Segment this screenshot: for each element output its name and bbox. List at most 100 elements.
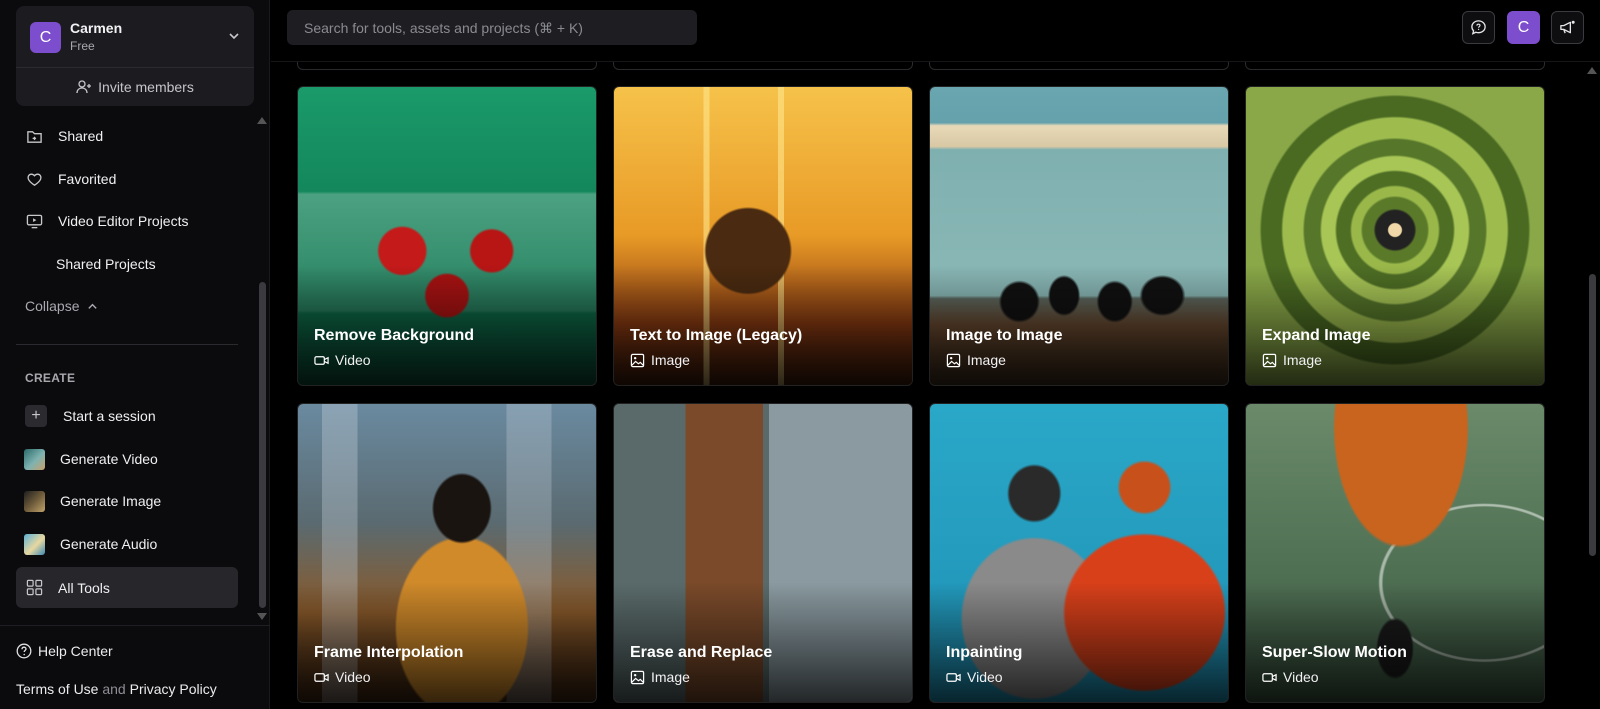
sidebar-footer-divider	[0, 625, 270, 626]
tool-title: Image to Image	[946, 327, 1063, 344]
image-icon	[946, 353, 961, 367]
card-above-edge	[613, 62, 913, 70]
chevron-up-icon	[88, 303, 98, 309]
card-above-edge	[929, 62, 1229, 70]
sidebar-item-video-editor-projects[interactable]: Video Editor Projects	[16, 202, 238, 240]
tool-type: Image	[630, 352, 690, 368]
tool-card-remove-background[interactable]: Remove Background Video	[297, 86, 597, 386]
tool-title: Expand Image	[1262, 327, 1371, 344]
tool-type-label: Image	[1283, 352, 1322, 368]
feedback-button[interactable]	[1462, 11, 1495, 44]
tool-title: Inpainting	[946, 644, 1023, 661]
terms-of-use-link[interactable]: Terms of Use	[16, 681, 98, 697]
tool-type-label: Image	[651, 669, 690, 685]
sidebar-item-shared-projects[interactable]: Shared Projects	[16, 245, 238, 283]
heart-icon	[24, 169, 44, 189]
sidebar-item-label: Start a session	[63, 408, 156, 424]
invite-members-button[interactable]: Invite members	[16, 74, 254, 100]
tool-card-inpainting[interactable]: Inpainting Video	[929, 403, 1229, 703]
card-above-edge	[297, 62, 597, 70]
app-root: C Carmen Free Invite members Shared Favo…	[0, 0, 1600, 709]
grid-icon	[24, 578, 44, 598]
tool-type: Video	[946, 669, 1003, 685]
tool-type: Video	[314, 352, 371, 368]
tool-card-text-to-image-legacy[interactable]: Text to Image (Legacy) Image	[613, 86, 913, 386]
sidebar: C Carmen Free Invite members Shared Favo…	[0, 0, 270, 709]
tool-card-image-to-image[interactable]: Image to Image Image	[929, 86, 1229, 386]
search-input[interactable]	[287, 10, 697, 45]
help-center-link[interactable]: Help Center	[16, 643, 113, 659]
account-switcher[interactable]: C Carmen Free	[16, 6, 254, 68]
megaphone-icon	[1560, 20, 1575, 34]
shared-folder-icon	[24, 126, 44, 146]
sidebar-item-label: Shared	[58, 128, 104, 144]
sidebar-item-label: Generate Video	[60, 451, 158, 467]
generate-video-thumbnail	[24, 448, 45, 470]
sidebar-item-all-tools[interactable]: All Tools	[16, 567, 238, 608]
generate-audio-thumbnail	[24, 533, 45, 555]
monitor-play-icon	[24, 211, 44, 231]
help-circle-icon	[16, 643, 32, 659]
sidebar-item-label: Video Editor Projects	[58, 213, 189, 229]
tool-type: Image	[946, 352, 1006, 368]
tool-type-label: Video	[967, 669, 1003, 685]
sidebar-item-shared[interactable]: Shared	[16, 117, 238, 155]
main-scroll-up-arrow[interactable]	[1587, 67, 1597, 74]
tool-type: Image	[630, 669, 690, 685]
tool-type: Video	[1262, 669, 1319, 685]
sidebar-scroll-up-arrow[interactable]	[257, 117, 267, 124]
chat-bubble-icon	[1471, 20, 1486, 35]
tool-card-expand-image[interactable]: Expand Image Image	[1245, 86, 1545, 386]
main-scrollbar-thumb[interactable]	[1589, 274, 1596, 556]
account-avatar: C	[30, 22, 61, 53]
sidebar-scrollbar-thumb[interactable]	[259, 282, 266, 608]
tool-card-super-slow-motion[interactable]: Super-Slow Motion Video	[1245, 403, 1545, 703]
sidebar-item-generate-video[interactable]: Generate Video	[16, 440, 238, 478]
video-camera-icon	[1262, 672, 1277, 682]
tool-title: Frame Interpolation	[314, 644, 464, 661]
sidebar-scroll-down-arrow[interactable]	[257, 613, 267, 620]
sidebar-divider	[16, 344, 238, 345]
user-avatar-button[interactable]: C	[1507, 11, 1540, 44]
help-center-label: Help Center	[38, 643, 113, 659]
account-name: Carmen	[70, 20, 123, 36]
tool-type: Image	[1262, 352, 1322, 368]
sidebar-item-label: Generate Audio	[60, 536, 158, 552]
sidebar-item-start-session[interactable]: + Start a session	[16, 397, 238, 435]
tool-card-frame-interpolation[interactable]: Frame Interpolation Video	[297, 403, 597, 703]
collapse-toggle[interactable]: Collapse	[25, 298, 98, 314]
tool-type-label: Image	[651, 352, 690, 368]
video-camera-icon	[314, 355, 329, 365]
create-section-label: CREATE	[25, 371, 76, 385]
card-above-edge	[1245, 62, 1545, 70]
tool-type-label: Video	[335, 669, 371, 685]
generate-image-thumbnail	[24, 490, 45, 512]
top-bar: C	[271, 0, 1600, 62]
tool-type-label: Video	[335, 352, 371, 368]
tool-type: Video	[314, 669, 371, 685]
tool-title: Erase and Replace	[630, 644, 773, 661]
image-icon	[630, 670, 645, 684]
tools-grid: Remove Background Video Text to Image (L…	[271, 62, 1600, 709]
sidebar-item-label: Shared Projects	[56, 256, 156, 272]
legal-links: Terms of Use and Privacy Policy	[16, 681, 217, 697]
account-plan: Free	[70, 39, 95, 53]
tool-type-label: Image	[967, 352, 1006, 368]
announcements-button[interactable]	[1551, 11, 1584, 44]
tool-title: Text to Image (Legacy)	[630, 327, 803, 344]
tool-title: Super-Slow Motion	[1262, 644, 1407, 661]
add-user-icon	[76, 80, 92, 94]
video-camera-icon	[314, 672, 329, 682]
sidebar-item-generate-audio[interactable]: Generate Audio	[16, 525, 238, 563]
tool-type-label: Video	[1283, 669, 1319, 685]
sidebar-item-generate-image[interactable]: Generate Image	[16, 482, 238, 520]
tool-title: Remove Background	[314, 327, 475, 344]
sidebar-item-favorited[interactable]: Favorited	[16, 160, 238, 198]
invite-members-label: Invite members	[98, 79, 194, 95]
image-icon	[630, 353, 645, 367]
sidebar-item-label: Favorited	[58, 171, 117, 187]
chevron-down-icon[interactable]	[228, 30, 240, 45]
privacy-policy-link[interactable]: Privacy Policy	[130, 681, 217, 697]
video-camera-icon	[946, 672, 961, 682]
tool-card-erase-and-replace[interactable]: Erase and Replace Image	[613, 403, 913, 703]
